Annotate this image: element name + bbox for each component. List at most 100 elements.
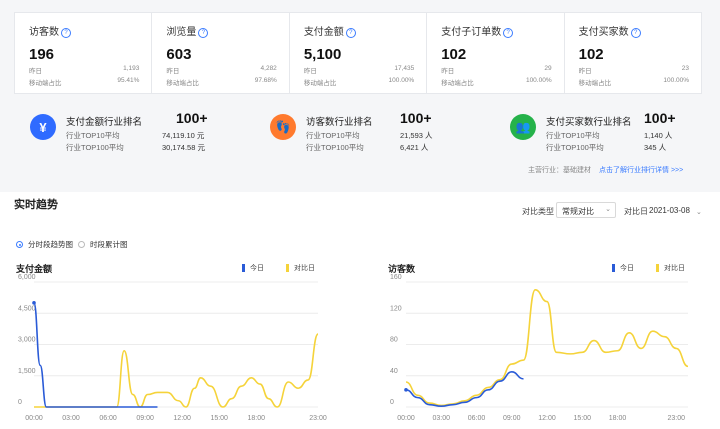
rank-value: 100+ <box>644 110 676 126</box>
stat-mobile-value: 97.68% <box>254 77 277 84</box>
x-tick-label: 18:00 <box>609 415 627 422</box>
stat-prev-value: 23 <box>681 65 690 72</box>
stat-label: 访客数 <box>29 27 59 38</box>
series-point <box>404 388 408 392</box>
stat-prev-value: 29 <box>544 65 552 72</box>
x-tick-label: 12:00 <box>173 415 191 422</box>
help-icon[interactable]: ? <box>198 28 209 38</box>
stat-card: 支付买家数? 102 昨日 23 移动端占比 100.00% <box>565 13 701 93</box>
summary-panel: 访客数? 196 昨日 1,193 移动端占比 95.41% 浏览量? 603 昨日… <box>0 0 720 192</box>
y-tick-label: 4,500 <box>18 305 36 312</box>
stat-prev-label: 昨日 <box>578 68 592 75</box>
stat-card: 支付子订单数? 102 昨日 29 移动端占比 100.00% <box>427 13 565 93</box>
rank-top100-value: 30,174.58 元 <box>162 143 205 152</box>
stat-label: 支付子订单数 <box>441 27 502 38</box>
compare-type-value: 常规对比 <box>562 207 594 216</box>
rank-top10-value: 1,140 人 <box>644 131 673 140</box>
series-line-compare <box>405 289 689 407</box>
x-tick-label: 06:00 <box>99 415 117 422</box>
chevron-down-icon: ⌄ <box>605 206 611 213</box>
stat-mobile-value: 100.00% <box>388 77 415 84</box>
radio-icon <box>78 241 85 248</box>
stat-prev-value: 17,435 <box>394 65 415 72</box>
stat-prev-value: 4,282 <box>260 65 277 72</box>
stat-label: 支付买家数 <box>578 27 629 38</box>
compare-date-label: 对比日 <box>624 207 648 216</box>
rank-title: 支付买家数行业排名 <box>546 117 632 128</box>
x-tick-label: 00:00 <box>397 415 415 422</box>
x-tick-label: 03:00 <box>432 415 450 422</box>
rank-card-payment: ¥ 支付金额行业排名 100+ 行业TOP10平均 74,119.10 元 行业… <box>30 110 220 152</box>
rank-title: 访客数行业排名 <box>306 117 373 128</box>
rank-value: 100+ <box>400 110 432 126</box>
stat-mobile-label: 移动端占比 <box>578 80 612 87</box>
industry-rank-link[interactable]: 点击了解行业排行详情 >>> <box>599 167 683 174</box>
y-tick-label: 120 <box>390 305 402 312</box>
radio-selected-icon <box>16 241 23 248</box>
view-mode-trend[interactable]: 分时段趋势图 <box>16 239 73 250</box>
compare-date-picker[interactable]: 2021-03-08 ⌄ <box>649 206 702 216</box>
rank-title: 支付金额行业排名 <box>66 117 143 128</box>
chevron-down-icon: ⌄ <box>696 209 702 216</box>
x-tick-label: 09:00 <box>136 415 154 422</box>
stat-value: 102 <box>441 46 467 63</box>
stat-mobile-label: 移动端占比 <box>303 80 337 87</box>
compare-type-select[interactable]: 常规对比 ⌄ <box>556 202 616 218</box>
rank-top10-label: 行业TOP10平均 <box>66 131 120 140</box>
y-tick-label: 1,500 <box>18 368 36 375</box>
stat-label: 支付金额 <box>303 27 344 38</box>
series-line-today <box>33 302 158 408</box>
x-tick-label: 18:00 <box>247 415 265 422</box>
x-tick-label: 15:00 <box>210 415 228 422</box>
stat-prev-label: 昨日 <box>29 68 42 75</box>
stat-card: 访客数? 196 昨日 1,193 移动端占比 95.41% <box>15 13 153 93</box>
x-tick-label: 15:00 <box>573 415 591 422</box>
y-tick-label: 3,000 <box>18 337 36 344</box>
help-icon[interactable]: ? <box>345 28 356 38</box>
help-icon[interactable]: ? <box>503 28 514 38</box>
industry-value: 基础建材 <box>563 167 591 174</box>
stat-prev-value: 1,193 <box>123 65 140 72</box>
view-mode-label: 时段累计图 <box>90 240 128 249</box>
y-tick-label: 0 <box>390 399 394 406</box>
industry-label: 主营行业： <box>528 167 563 174</box>
stat-prev-label: 昨日 <box>441 68 455 75</box>
rank-top100-label: 行业TOP100平均 <box>66 143 124 152</box>
help-icon[interactable]: ? <box>630 28 641 38</box>
rank-top100-label: 行业TOP100平均 <box>306 143 364 152</box>
stat-mobile-label: 移动端占比 <box>441 80 474 87</box>
stat-card: 支付金额? 5,100 昨日 17,435 移动端占比 100.00% <box>290 13 428 93</box>
x-tick-label: 06:00 <box>468 415 486 422</box>
y-tick-label: 40 <box>390 368 398 375</box>
section-title: 实时趋势 <box>14 199 58 211</box>
y-tick-label: 6,000 <box>18 274 36 281</box>
rank-card-visitors: 👣 访客数行业排名 100+ 行业TOP10平均 21,593 人 行业TOP1… <box>270 110 460 152</box>
rank-top10-label: 行业TOP10平均 <box>306 131 360 140</box>
rank-top100-label: 行业TOP100平均 <box>546 143 604 152</box>
view-mode-cumulative[interactable]: 时段累计图 <box>78 239 128 250</box>
rank-top100-value: 345 人 <box>644 143 667 152</box>
x-tick-label: 23:00 <box>667 415 685 422</box>
rank-card-buyers: 👥 支付买家数行业排名 100+ 行业TOP10平均 1,140 人 行业TOP… <box>510 110 700 152</box>
yen-icon: ¥ <box>30 114 56 140</box>
stat-mobile-value: 100.00% <box>663 77 690 84</box>
industry-rank-panel: ¥ 支付金额行业排名 100+ 行业TOP10平均 74,119.10 元 行业… <box>14 100 700 186</box>
help-icon[interactable]: ? <box>61 28 71 38</box>
y-tick-label: 0 <box>18 399 22 406</box>
stat-label: 浏览量 <box>166 27 197 38</box>
stats-row: 访客数? 196 昨日 1,193 移动端占比 95.41% 浏览量? 603 昨日… <box>14 12 702 94</box>
stat-prev-label: 昨日 <box>303 68 317 75</box>
stat-mobile-value: 100.00% <box>525 77 552 84</box>
rank-top10-value: 21,593 人 <box>400 131 433 140</box>
stat-value: 5,100 <box>303 46 342 63</box>
y-tick-label: 80 <box>390 337 398 344</box>
stat-mobile-label: 移动端占比 <box>166 80 199 87</box>
users-icon: 👥 <box>510 114 536 140</box>
stat-card: 浏览量? 603 昨日 4,282 移动端占比 97.68% <box>152 13 290 93</box>
footprint-icon: 👣 <box>270 114 296 140</box>
industry-info: 主营行业：基础建材 点击了解行业排行详情 >>> <box>528 165 683 175</box>
series-line-compare <box>33 333 319 408</box>
rank-top100-value: 6,421 人 <box>400 143 429 152</box>
visitor-trend-chart: 0 40 80 120 160 00:00 03:00 06:00 09:00 12:00 15:0… <box>390 274 689 422</box>
stat-mobile-value: 95.41% <box>117 77 140 84</box>
